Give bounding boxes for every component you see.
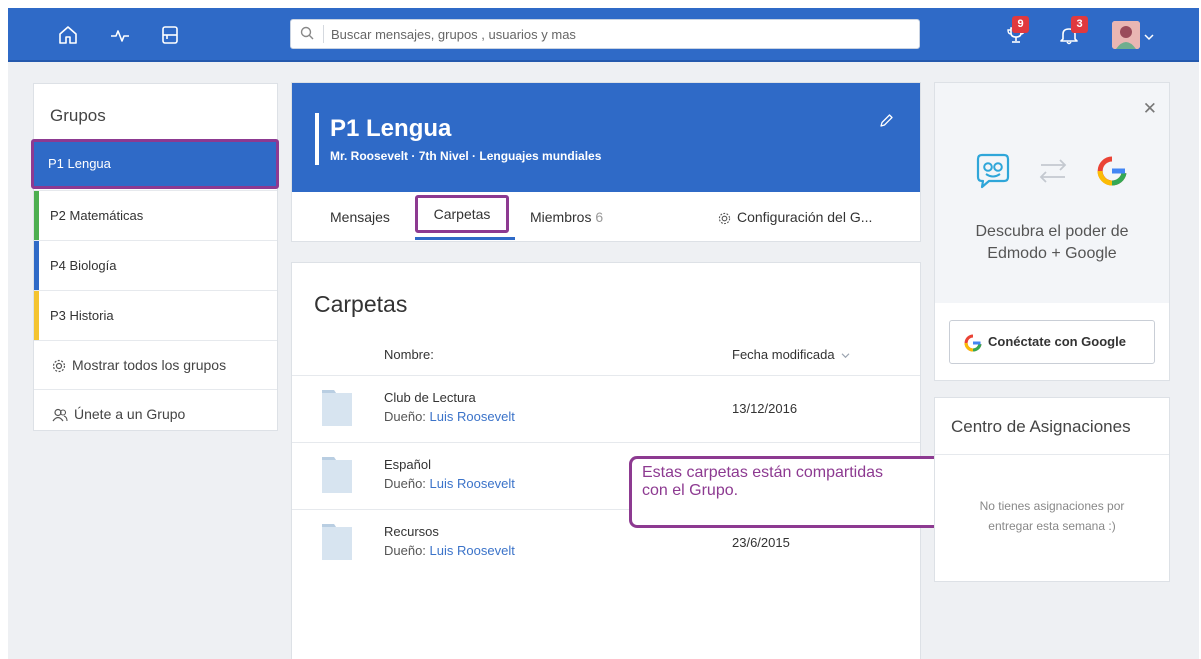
gear-icon (52, 360, 66, 373)
folder-name[interactable]: Recursos (384, 524, 439, 539)
connect-google-label: Conéctate con Google (988, 334, 1126, 349)
home-icon[interactable] (52, 19, 84, 51)
folders-title: Carpetas (314, 291, 408, 317)
notification-badge: 3 (1071, 16, 1088, 33)
title-accent-bar (315, 113, 319, 165)
sidebar-title: Grupos (50, 106, 106, 125)
join-group-link[interactable]: Únete a un Grupo (34, 389, 277, 438)
owner-link[interactable]: Luis Roosevelt (430, 543, 515, 558)
activity-icon[interactable] (104, 19, 136, 51)
search-icon (300, 26, 314, 45)
folder-owner: Dueño: Luis Roosevelt (384, 476, 515, 491)
tab-miembros[interactable]: Miembros 6 (530, 192, 603, 242)
top-bar: 9 3 (8, 8, 1199, 62)
assignments-line-1: No tienes asignaciones por (979, 499, 1125, 513)
group-color-bar (34, 241, 39, 290)
tab-mensajes[interactable]: Mensajes (330, 192, 390, 242)
column-header-name[interactable]: Nombre: (384, 347, 434, 362)
google-g-icon (964, 334, 982, 352)
callout-line-1: Estas carpetas están compartidas (642, 464, 884, 481)
google-promo-card: ✕ Descubra el poder de Edmodo + Google C… (934, 82, 1170, 381)
active-tab-underline (415, 237, 515, 240)
assignments-title: Centro de Asignaciones (935, 398, 1169, 455)
owner-label: Dueño: (384, 543, 426, 558)
owner-label: Dueño: (384, 409, 426, 424)
group-header-card: P1 Lengua Mr. Roosevelt · 7th Nivel · Le… (291, 82, 921, 242)
assignments-line-2: entregar esta semana :) (988, 519, 1116, 533)
tab-configuracion-label: Configuración del G... (737, 209, 873, 225)
avatar[interactable] (1112, 21, 1140, 49)
folder-owner: Dueño: Luis Roosevelt (384, 409, 515, 424)
google-promo-line-2: Edmodo + Google (987, 245, 1117, 262)
promo-icons (975, 151, 1135, 191)
group-color-bar (34, 291, 39, 340)
assignments-card: Centro de Asignaciones No tienes asignac… (934, 397, 1170, 582)
google-promo-banner: ✕ Descubra el poder de Edmodo + Google (935, 83, 1169, 303)
assignments-empty-text: No tienes asignaciones por entregar esta… (935, 496, 1169, 536)
search-input[interactable] (331, 23, 901, 45)
chevron-down-icon[interactable] (1144, 28, 1154, 46)
group-subtitle: Mr. Roosevelt · 7th Nivel · Lenguajes mu… (330, 149, 602, 163)
sidebar-item-label: P1 Lengua (48, 156, 111, 171)
search-bar[interactable] (290, 19, 920, 49)
group-header-banner: P1 Lengua Mr. Roosevelt · 7th Nivel · Le… (292, 83, 920, 192)
annotation-callout: Estas carpetas están compartidas con el … (629, 456, 953, 528)
google-promo-text: Descubra el poder de Edmodo + Google (935, 221, 1169, 265)
folder-date: 13/12/2016 (732, 401, 798, 416)
owner-label: Dueño: (384, 476, 426, 491)
group-title: P1 Lengua (330, 115, 452, 142)
members-count: 6 (595, 209, 604, 225)
callout-line-2: con el Grupo. (642, 482, 739, 499)
folder-row[interactable]: Club de Lectura Dueño: Luis Roosevelt 13… (292, 375, 920, 442)
column-header-date-label: Fecha modificada (732, 347, 835, 362)
folder-name[interactable]: Club de Lectura (384, 390, 476, 405)
folder-owner: Dueño: Luis Roosevelt (384, 543, 515, 558)
gear-icon (718, 212, 731, 224)
users-icon (52, 409, 68, 422)
sidebar-item-p1-lengua[interactable]: P1 Lengua (31, 139, 279, 189)
folder-date: 23/6/2015 (732, 535, 790, 550)
edit-pencil-icon[interactable] (878, 113, 894, 134)
group-color-bar (34, 191, 39, 240)
tab-carpetas[interactable]: Carpetas (415, 195, 509, 233)
app-window: 9 3 Grupos P2 Matemáticas P4 Biología P3… (8, 8, 1199, 659)
folder-name[interactable]: Español (384, 457, 431, 472)
trophy-badge: 9 (1012, 16, 1029, 33)
sidebar-item-p4-biologia[interactable]: P4 Biología (34, 240, 277, 290)
folder-icon (322, 457, 352, 498)
planner-icon[interactable] (154, 19, 186, 51)
sidebar-item-label: P2 Matemáticas (50, 208, 144, 223)
sidebar-item-label: P4 Biología (50, 258, 117, 273)
chevron-down-icon (841, 353, 850, 359)
folder-icon (322, 524, 352, 565)
groups-sidebar: Grupos P2 Matemáticas P4 Biología P3 His… (33, 83, 278, 431)
search-divider (323, 25, 324, 43)
owner-link[interactable]: Luis Roosevelt (430, 476, 515, 491)
folder-icon (322, 390, 352, 431)
tab-configuracion[interactable]: Configuración del G... (718, 192, 872, 242)
owner-link[interactable]: Luis Roosevelt (430, 409, 515, 424)
show-all-groups-label: Mostrar todos los grupos (72, 357, 227, 373)
tab-miembros-label: Miembros (530, 209, 592, 225)
join-group-label: Únete a un Grupo (74, 406, 186, 422)
sidebar-item-p3-historia[interactable]: P3 Historia (34, 290, 277, 340)
column-header-date[interactable]: Fecha modificada (732, 347, 850, 362)
google-promo-line-1: Descubra el poder de (975, 223, 1129, 240)
show-all-groups-link[interactable]: Mostrar todos los grupos (34, 340, 277, 389)
google-g-icon (1097, 156, 1127, 186)
connect-google-button[interactable]: Conéctate con Google (949, 320, 1155, 364)
sidebar-item-label: P3 Historia (50, 308, 114, 323)
sidebar-item-p2-matematicas[interactable]: P2 Matemáticas (34, 190, 277, 240)
close-icon[interactable]: ✕ (1143, 99, 1157, 119)
swap-arrows-icon (1039, 159, 1067, 183)
edmodo-logo-icon (976, 153, 1010, 189)
